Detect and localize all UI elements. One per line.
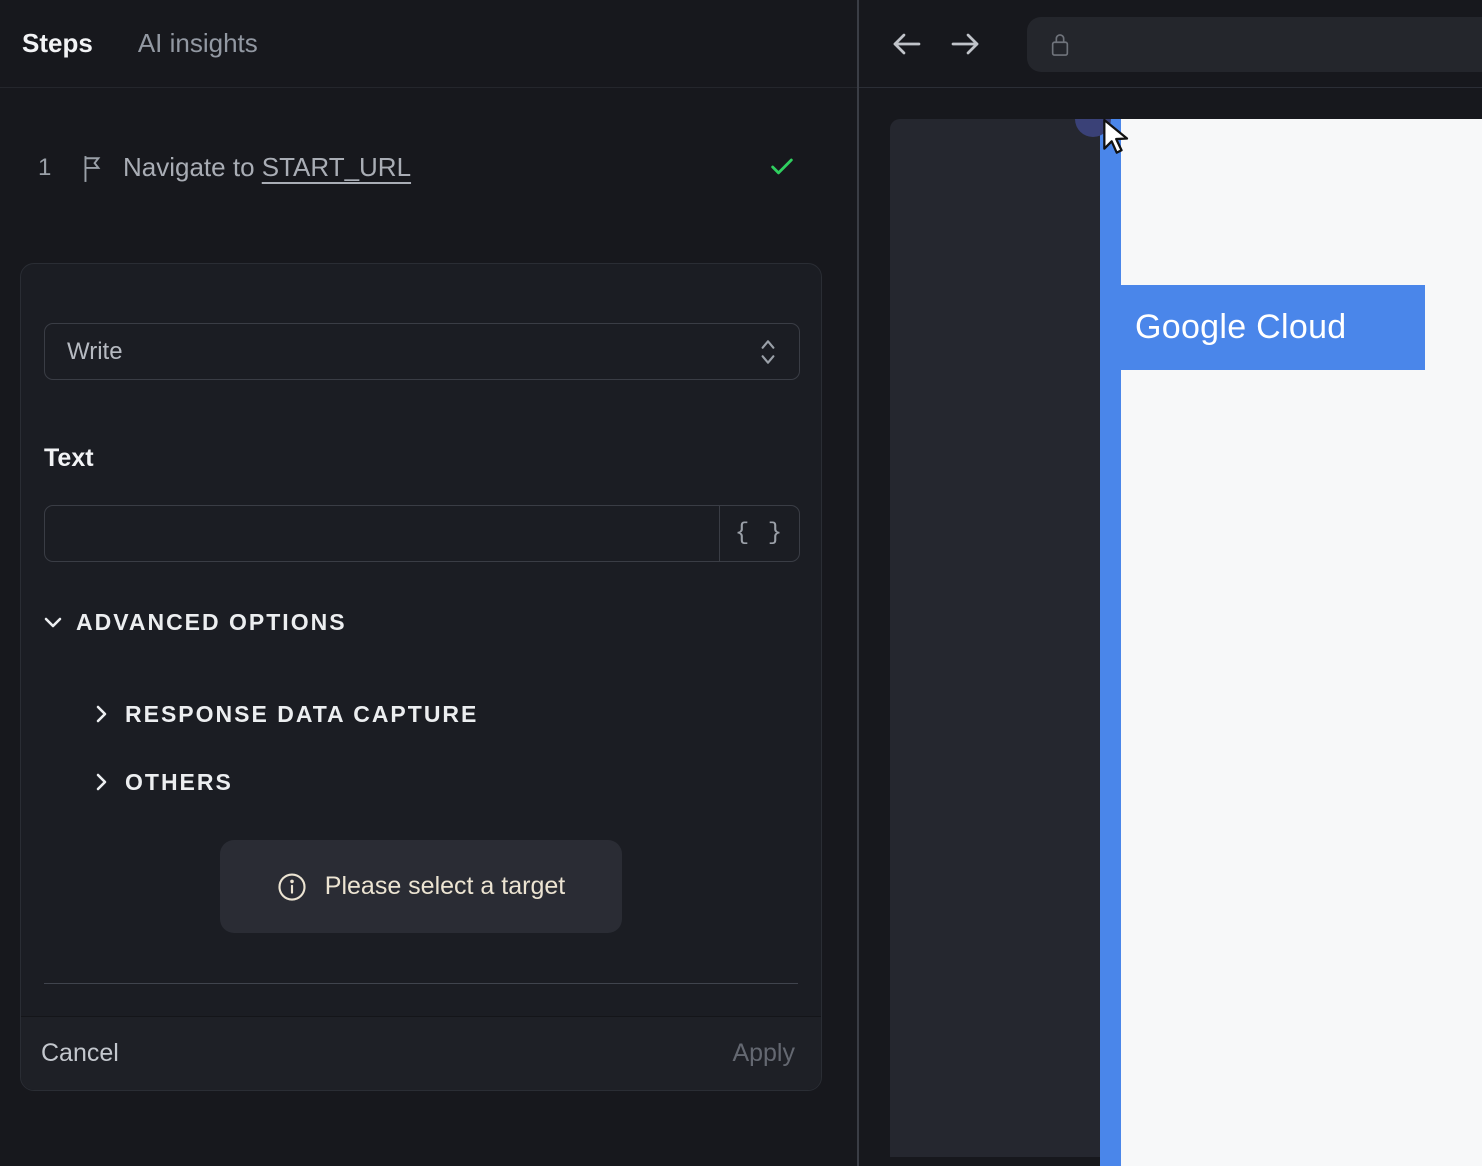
browser-viewport: Google Cloud bbox=[859, 88, 1482, 1166]
chevron-right-icon bbox=[89, 702, 113, 726]
highlighted-element[interactable]: Google Cloud bbox=[1121, 285, 1425, 370]
action-select-value: Write bbox=[67, 337, 123, 365]
select-target-notice-text: Please select a target bbox=[324, 872, 566, 900]
step-title-prefix: Navigate to bbox=[123, 152, 262, 182]
back-button[interactable] bbox=[889, 26, 925, 62]
app-root: Steps AI insights 1 Navigate to START_UR… bbox=[0, 0, 1482, 1166]
apply-button[interactable]: Apply bbox=[732, 1039, 795, 1068]
chevron-right-icon bbox=[89, 770, 113, 794]
check-icon bbox=[768, 153, 796, 181]
others-toggle[interactable]: OTHERS bbox=[89, 766, 233, 798]
page-background bbox=[1100, 119, 1482, 1166]
flag-icon bbox=[80, 155, 106, 183]
action-select[interactable]: Write bbox=[44, 323, 800, 380]
steps-panel: Steps AI insights 1 Navigate to START_UR… bbox=[0, 0, 857, 1166]
braces-icon: { } bbox=[734, 520, 785, 547]
tab-ai-insights[interactable]: AI insights bbox=[138, 28, 258, 59]
chevron-down-icon bbox=[41, 610, 65, 634]
footer-divider bbox=[44, 983, 798, 984]
step-title-link[interactable]: START_URL bbox=[262, 152, 411, 182]
highlighted-element-label: Google Cloud bbox=[1135, 308, 1347, 346]
response-data-capture-label: RESPONSE DATA CAPTURE bbox=[125, 700, 479, 727]
lock-icon bbox=[1049, 31, 1071, 59]
response-data-capture-toggle[interactable]: RESPONSE DATA CAPTURE bbox=[89, 698, 478, 730]
variables-button[interactable]: { } bbox=[719, 506, 799, 561]
select-target-notice: Please select a target bbox=[220, 840, 622, 933]
step-row[interactable]: 1 Navigate to START_URL bbox=[0, 140, 857, 196]
forward-button[interactable] bbox=[947, 26, 983, 62]
info-icon bbox=[277, 872, 307, 902]
editor-footer: Cancel Apply bbox=[21, 1016, 821, 1090]
others-label: OTHERS bbox=[125, 768, 233, 795]
text-input-group: { } bbox=[44, 505, 800, 562]
browser-panel: Google Cloud bbox=[859, 0, 1482, 1166]
panel-tabs: Steps AI insights bbox=[0, 0, 857, 88]
step-title: Navigate to START_URL bbox=[123, 152, 411, 183]
step-index: 1 bbox=[38, 154, 52, 181]
text-input[interactable] bbox=[45, 506, 719, 561]
cursor-icon bbox=[1101, 118, 1133, 158]
highlight-stripe bbox=[1100, 119, 1121, 1166]
advanced-options-label: ADVANCED OPTIONS bbox=[76, 608, 347, 635]
browser-toolbar bbox=[859, 0, 1482, 88]
chevrons-up-down-icon bbox=[755, 337, 781, 367]
tab-steps[interactable]: Steps bbox=[22, 28, 93, 59]
page-dark-panel bbox=[890, 119, 1100, 1157]
text-field-label: Text bbox=[44, 444, 94, 472]
step-editor-card: Write Text { } ADVANCED OPTIONS RESPONSE… bbox=[20, 263, 822, 1091]
cancel-button[interactable]: Cancel bbox=[41, 1039, 119, 1068]
advanced-options-toggle[interactable]: ADVANCED OPTIONS bbox=[41, 606, 347, 638]
address-bar[interactable] bbox=[1027, 17, 1482, 72]
